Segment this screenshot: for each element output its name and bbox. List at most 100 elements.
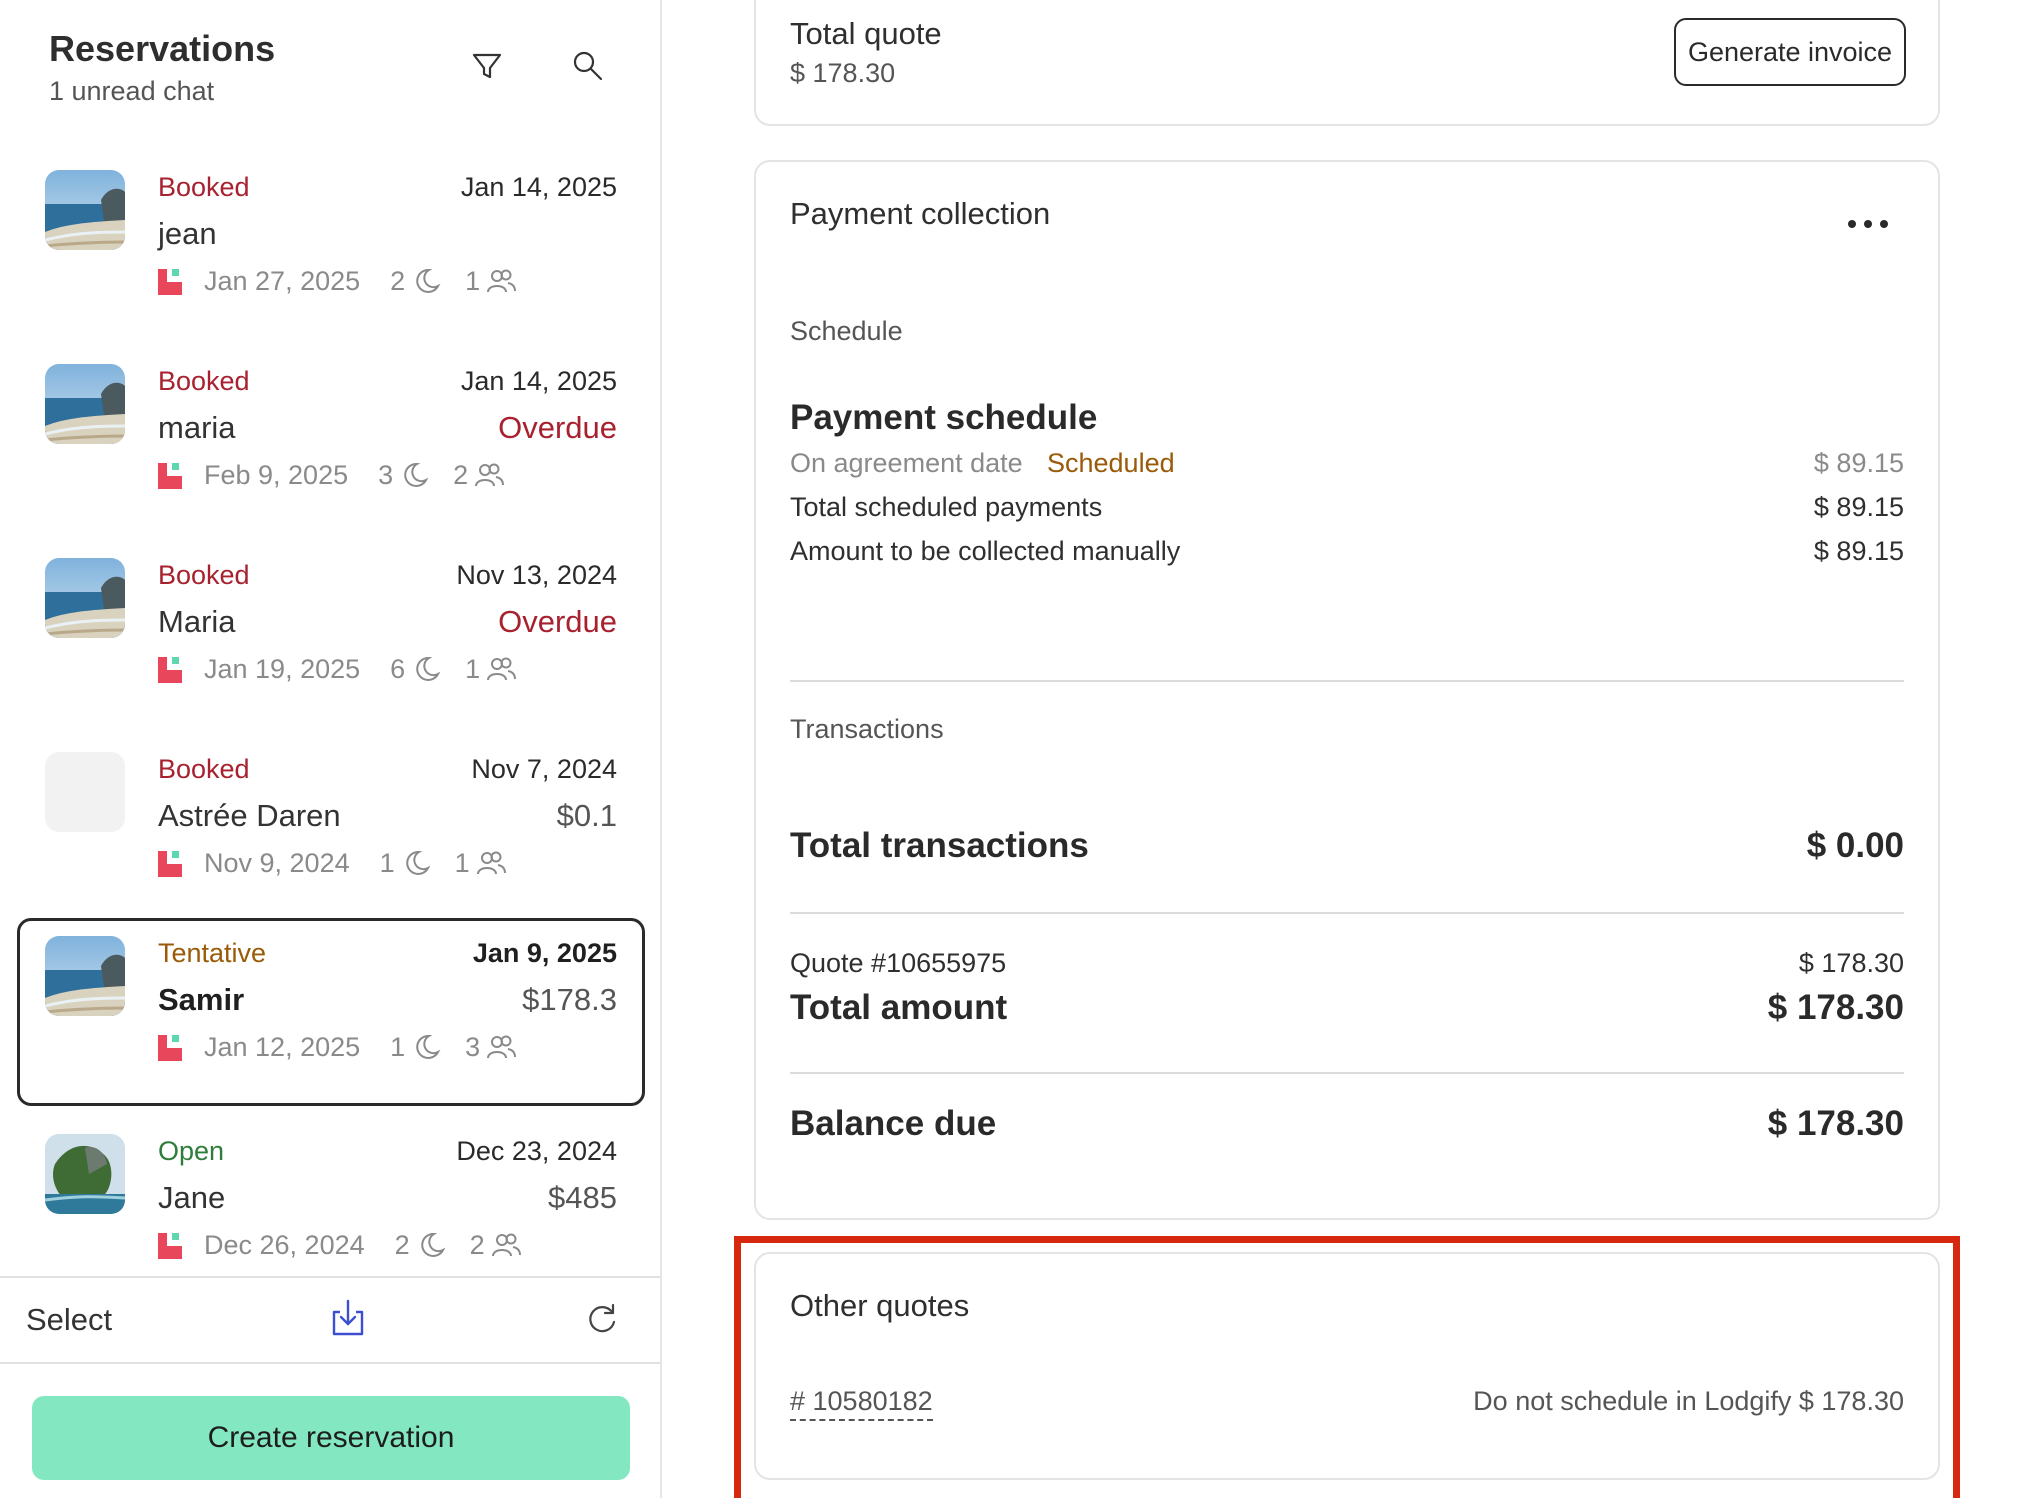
transactions-section-label: Transactions (790, 714, 944, 744)
quote-reference-value: $ 178.30 (1798, 948, 1904, 978)
divider (790, 680, 1904, 682)
people-icon (474, 460, 504, 490)
select-button[interactable]: Select (26, 1302, 112, 1338)
guests-count: 1 (465, 653, 481, 684)
moon-icon (399, 460, 429, 490)
property-thumbnail (45, 364, 125, 444)
people-icon (486, 654, 516, 684)
reservation-item-jane[interactable]: Open Dec 23, 2024 Jane $485 Dec 26, 2024… (17, 1116, 645, 1268)
reservation-date: Dec 23, 2024 (456, 1136, 617, 1166)
reservation-meta: Nov 9, 2024 1 1 (158, 846, 530, 880)
reservation-meta: Dec 26, 2024 2 2 (158, 1228, 545, 1262)
scheduled-status: Scheduled (1047, 448, 1175, 478)
generate-invoice-button[interactable]: Generate invoice (1674, 18, 1906, 86)
balance-due-label: Balance due (790, 1104, 997, 1143)
guest-name: Jane (158, 1180, 226, 1215)
total-amount-label: Total amount (790, 988, 1008, 1027)
reservation-item-maria-2[interactable]: Booked Nov 13, 2024 Maria Overdue Jan 19… (17, 540, 645, 728)
total-scheduled-row: Total scheduled payments $ 89.15 (790, 492, 1904, 528)
property-thumbnail (45, 170, 125, 250)
more-options-icon[interactable] (1846, 218, 1890, 230)
divider (790, 912, 1904, 914)
total-amount-row: Total amount $ 178.30 (790, 988, 1904, 1032)
guest-name: Maria (158, 604, 236, 639)
reservation-meta: Feb 9, 2025 3 2 (158, 458, 528, 492)
sidebar-header: Reservations 1 unread chat (0, 0, 660, 140)
reservation-meta: Jan 27, 2025 2 1 (158, 264, 540, 298)
property-thumbnail (45, 558, 125, 638)
total-quote-value: $ 178.30 (790, 58, 896, 88)
guests-count: 2 (453, 459, 469, 490)
property-thumbnail (45, 1134, 125, 1214)
quote-reference-label: Quote #10655975 (790, 948, 1007, 978)
reservation-status: Booked (158, 172, 250, 202)
reservation-item-astree-daren[interactable]: Booked Nov 7, 2024 Astrée Daren $0.1 Nov… (17, 734, 645, 922)
reservation-status: Booked (158, 754, 250, 784)
total-amount-value: $ 178.30 (1767, 988, 1904, 1027)
reservation-date: Jan 14, 2025 (460, 366, 617, 396)
reservation-date: Nov 7, 2024 (471, 754, 617, 784)
payment-schedule-title: Payment schedule (790, 398, 1098, 437)
guests-count: 1 (454, 847, 470, 878)
guest-name: Samir (158, 982, 245, 1017)
reservation-meta: Jan 12, 2025 1 3 (158, 1030, 540, 1064)
checkin-date: Nov 9, 2024 (204, 847, 350, 878)
nights-count: 2 (394, 1229, 410, 1260)
search-icon[interactable] (568, 46, 608, 86)
schedule-section-label: Schedule (790, 316, 903, 346)
nights-count: 1 (390, 1031, 406, 1062)
reservation-amount: $485 (548, 1180, 617, 1215)
reservation-status: Booked (158, 560, 250, 590)
lodgify-logo-icon (158, 267, 186, 295)
download-icon[interactable] (326, 1296, 370, 1340)
list-toolbar: Select (0, 1276, 660, 1364)
guests-count: 3 (465, 1031, 481, 1062)
manual-collection-label: Amount to be collected manually (790, 536, 1181, 566)
manual-collection-value: $ 89.15 (1813, 536, 1904, 566)
agreement-date-row: On agreement date Scheduled $ 89.15 (790, 448, 1904, 484)
guest-name: jean (158, 216, 217, 251)
reservation-amount: $0.1 (556, 798, 617, 833)
nights-count: 3 (378, 459, 394, 490)
overdue-label: Overdue (498, 604, 617, 639)
reservation-status: Tentative (158, 938, 267, 968)
checkin-date: Jan 12, 2025 (204, 1031, 361, 1062)
moon-icon (411, 654, 441, 684)
lodgify-logo-icon (158, 1231, 186, 1259)
overdue-label: Overdue (498, 410, 617, 445)
divider (790, 1072, 1904, 1074)
lodgify-logo-icon (158, 849, 186, 877)
property-thumbnail-placeholder (45, 752, 125, 832)
refresh-icon[interactable] (582, 1300, 620, 1338)
guest-name: maria (158, 410, 236, 445)
reservation-meta: Jan 19, 2025 6 1 (158, 652, 540, 686)
payment-collection-title: Payment collection (790, 196, 1051, 231)
reservation-item-maria[interactable]: Booked Jan 14, 2025 maria Overdue Feb 9,… (17, 346, 645, 534)
guest-name: Astrée Daren (158, 798, 341, 833)
people-icon (491, 1230, 521, 1260)
checkin-date: Feb 9, 2025 (204, 459, 349, 490)
other-quote-link[interactable]: # 10580182 (790, 1386, 933, 1421)
moon-icon (411, 266, 441, 296)
checkin-date: Jan 19, 2025 (204, 653, 361, 684)
other-quotes-title: Other quotes (790, 1288, 970, 1323)
checkin-date: Dec 26, 2024 (204, 1229, 365, 1260)
manual-collection-row: Amount to be collected manually $ 89.15 (790, 536, 1904, 572)
total-quote-label: Total quote (790, 16, 942, 51)
total-quote-card: Total quote $ 178.30 Generate invoice (754, 0, 1940, 126)
reservation-item-jean[interactable]: Booked Jan 14, 2025 jean Jan 27, 2025 2 … (17, 152, 645, 340)
balance-due-value: $ 178.30 (1767, 1104, 1904, 1143)
funnel-icon[interactable] (467, 46, 507, 86)
nights-count: 1 (379, 847, 395, 878)
people-icon (486, 1032, 516, 1062)
reservation-date: Nov 13, 2024 (456, 560, 617, 590)
create-reservation-button[interactable]: Create reservation (32, 1396, 630, 1480)
guests-count: 2 (469, 1229, 485, 1260)
nights-count: 2 (390, 265, 406, 296)
reservations-sidebar: Reservations 1 unread chat Booked Jan 14… (0, 0, 662, 1498)
nights-count: 6 (390, 653, 406, 684)
reservation-date: Jan 9, 2025 (472, 938, 617, 968)
reservation-item-samir[interactable]: Tentative Jan 9, 2025 Samir $178.3 Jan 1… (17, 918, 645, 1106)
moon-icon (401, 848, 431, 878)
unread-chat-count[interactable]: 1 unread chat (49, 76, 214, 107)
